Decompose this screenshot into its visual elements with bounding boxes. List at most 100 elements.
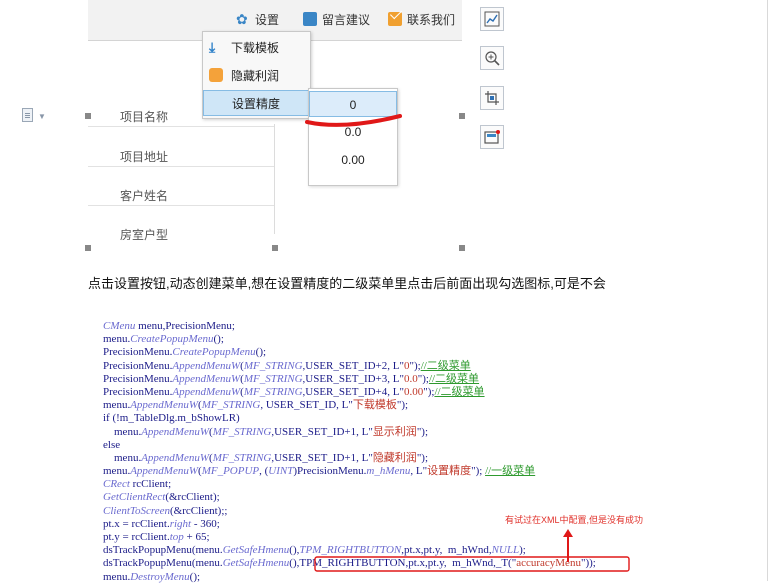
code-token: MF_STRING bbox=[212, 425, 272, 438]
menu-item-hide-profit[interactable]: 隐藏利润 bbox=[203, 62, 310, 88]
chart-icon bbox=[484, 11, 500, 27]
code-token: if (!m_TableDlg.m_bShowLR) bbox=[103, 412, 240, 425]
code-token: ,USER_SET_ID+1, L" bbox=[271, 425, 373, 438]
code-token: right bbox=[169, 517, 192, 530]
code-line: CRect rcClient; bbox=[103, 478, 703, 491]
code-token: CreatePopupMenu bbox=[172, 346, 256, 359]
code-token: "); bbox=[471, 465, 486, 478]
settings-button[interactable]: ✿ 设置 bbox=[236, 10, 279, 28]
code-line: CMenu menu,PrecisionMenu; bbox=[103, 320, 703, 333]
code-token: //一级菜单 bbox=[485, 465, 536, 478]
frame-button[interactable] bbox=[480, 125, 504, 149]
code-token: )PrecisionMenu. bbox=[293, 465, 367, 478]
resize-handle[interactable] bbox=[272, 245, 278, 251]
code-token: dsTrackPopupMenu(menu. bbox=[103, 544, 223, 557]
menu-item-download-template[interactable]: ⤓ 下载模板 bbox=[203, 34, 310, 60]
code-token: pt.y = rcClient. bbox=[103, 531, 170, 543]
code-token: PrecisionMenu. bbox=[103, 359, 173, 372]
submenu-item-0-00[interactable]: 0.00 bbox=[309, 147, 397, 173]
code-token: GetSafeHmenu bbox=[222, 544, 290, 557]
code-token: MF_STRING bbox=[212, 451, 272, 464]
code-token: rcClient; bbox=[129, 478, 172, 491]
red-underline-mark bbox=[305, 114, 402, 127]
code-token: MF_STRING bbox=[201, 399, 261, 412]
code-token: AppendMenuW bbox=[172, 385, 241, 398]
code-token: AppendMenuW bbox=[141, 451, 210, 464]
code-line: GetClientRect(&rcClient); bbox=[103, 491, 703, 504]
contact-button[interactable]: 联系我们 bbox=[388, 10, 455, 28]
code-token: NULL bbox=[491, 544, 520, 557]
resize-handle[interactable] bbox=[85, 113, 91, 119]
code-line: menu.AppendMenuW(MF_POPUP, (UINT)Precisi… bbox=[103, 465, 703, 478]
menu-item-set-precision[interactable]: 设置精度 bbox=[203, 90, 310, 116]
divider bbox=[274, 124, 275, 234]
code-token: menu. bbox=[103, 451, 142, 464]
divider bbox=[88, 126, 274, 127]
code-token: ,USER_SET_ID+3, L" bbox=[302, 372, 404, 385]
code-token: 设置精度 bbox=[427, 465, 472, 478]
code-token: PrecisionMenu. bbox=[103, 372, 173, 385]
crop-button[interactable] bbox=[480, 86, 504, 110]
code-token: - 360; bbox=[191, 517, 220, 530]
code-token: MF_POPUP bbox=[201, 465, 260, 478]
code-token: 0.0 bbox=[403, 372, 418, 385]
code-token: ClientToScreen bbox=[103, 504, 171, 517]
code-line: menu.CreatePopupMenu(); bbox=[103, 333, 703, 346]
code-token: CreatePopupMenu bbox=[130, 333, 214, 346]
resize-handle[interactable] bbox=[85, 245, 91, 251]
code-token: m_hMenu bbox=[366, 465, 411, 478]
code-token: + 65; bbox=[183, 531, 210, 543]
code-token: MF_STRING bbox=[243, 372, 303, 385]
code-token: (&rcClient); bbox=[165, 491, 220, 504]
field-customer-name: 客户姓名 bbox=[120, 189, 169, 203]
code-token: "); bbox=[417, 372, 429, 385]
frame-icon bbox=[484, 130, 500, 144]
code-token: ); bbox=[519, 544, 526, 557]
code-token: "); bbox=[416, 425, 429, 438]
code-token: CMenu bbox=[103, 320, 136, 332]
code-line: pt.y = rcClient.top + 65; bbox=[103, 531, 703, 544]
code-token: (); bbox=[213, 333, 224, 346]
code-token: (); bbox=[255, 346, 267, 359]
code-token: CRect bbox=[103, 478, 130, 491]
divider bbox=[88, 166, 274, 167]
code-token: menu. bbox=[103, 333, 131, 346]
code-token: TPM_RIGHTBUTTON bbox=[299, 544, 402, 557]
resize-handle[interactable] bbox=[459, 245, 465, 251]
code-token: MF_STRING bbox=[243, 359, 303, 372]
code-token: //二级菜单 bbox=[428, 372, 480, 385]
code-token: //二级菜单 bbox=[420, 359, 471, 372]
code-token: GetClientRect bbox=[103, 491, 166, 504]
zoom-button[interactable] bbox=[480, 46, 504, 70]
code-line: else bbox=[103, 439, 703, 452]
code-token: , L" bbox=[410, 465, 428, 478]
code-token: 0.00 bbox=[403, 385, 424, 398]
code-token: AppendMenuW bbox=[130, 399, 199, 412]
field-room-type: 房室户型 bbox=[120, 228, 169, 242]
code-snippet: CMenu menu,PrecisionMenu; menu.CreatePopu… bbox=[103, 320, 703, 584]
code-token: "); bbox=[396, 399, 409, 412]
code-token: , USER_SET_ID, L" bbox=[260, 399, 353, 412]
code-token: top bbox=[169, 531, 184, 543]
code-token: PrecisionMenu. bbox=[103, 346, 173, 359]
code-token: pt.x = rcClient. bbox=[103, 517, 170, 530]
code-line: menu.AppendMenuW(MF_STRING,USER_SET_ID+1… bbox=[103, 452, 703, 465]
download-icon: ⤓ bbox=[209, 39, 216, 55]
gear-icon: ✿ bbox=[236, 11, 248, 27]
feedback-button[interactable]: 留言建议 bbox=[303, 10, 370, 28]
document-icon[interactable]: ▼ bbox=[22, 108, 46, 124]
code-token: else bbox=[103, 438, 121, 451]
document-edge bbox=[767, 0, 768, 581]
message-icon bbox=[303, 12, 317, 26]
resize-handle[interactable] bbox=[459, 113, 465, 119]
code-line: PrecisionMenu.CreatePopupMenu(); bbox=[103, 346, 703, 359]
code-token: PrecisionMenu. bbox=[103, 385, 173, 398]
code-token: (), bbox=[289, 544, 300, 557]
code-token: //二级菜单 bbox=[434, 385, 485, 398]
code-token: menu. bbox=[103, 425, 142, 438]
code-token: ,pt.x,pt.y, m_hWnd, bbox=[401, 544, 492, 557]
chart-button[interactable] bbox=[480, 7, 504, 31]
code-line: PrecisionMenu.AppendMenuW(MF_STRING,USER… bbox=[103, 373, 703, 386]
question-description: 点击设置按钮,动态创建菜单,想在设置精度的二级菜单里点击后前面出现勾选图标,可是… bbox=[88, 276, 606, 291]
code-token: "); bbox=[423, 385, 435, 398]
